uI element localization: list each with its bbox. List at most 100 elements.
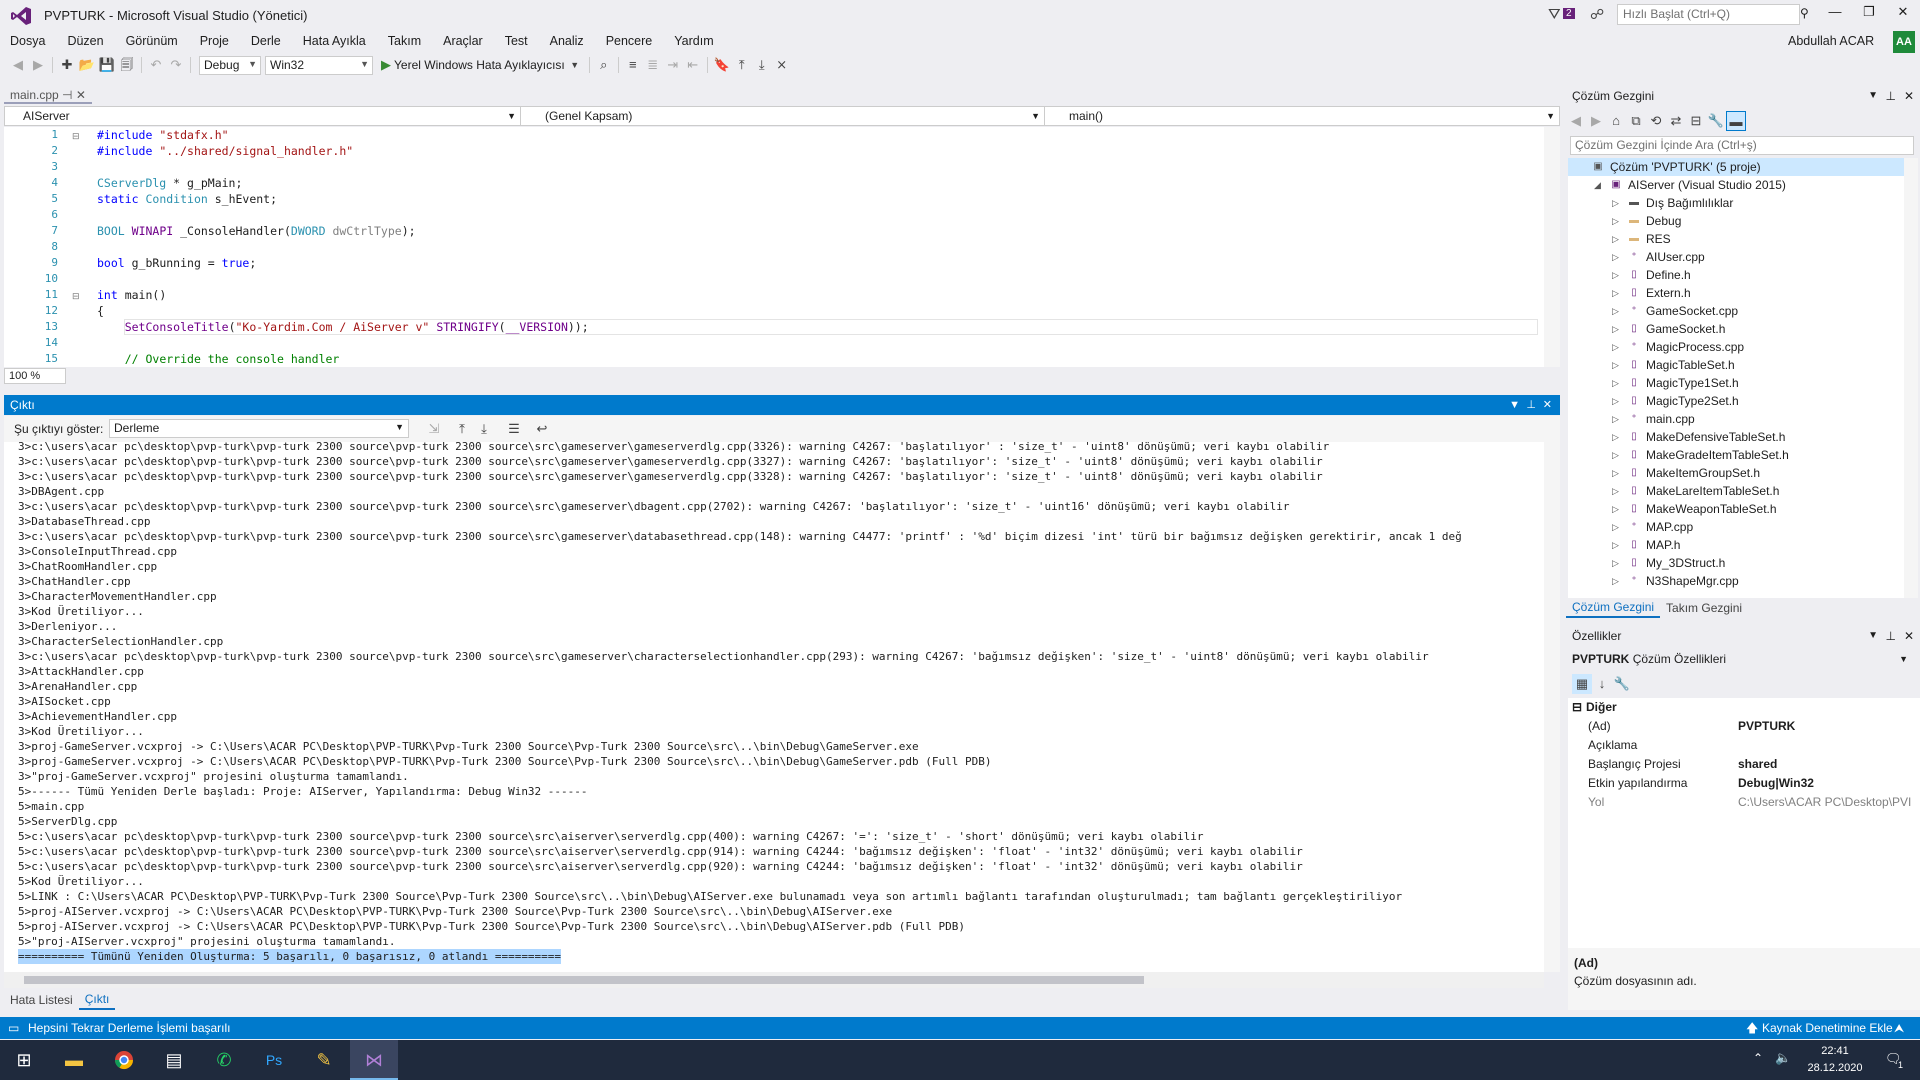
- property-row[interactable]: Yol C:\Users\ACAR PC\Desktop\PVI: [1568, 793, 1920, 812]
- code-content[interactable]: #include "stdafx.h" #include "../shared/…: [97, 127, 1537, 367]
- tree-item[interactable]: ▷ ▯ Define.h: [1568, 266, 1904, 284]
- collapse-all-icon[interactable]: ⊟: [1686, 111, 1706, 131]
- maximize-button[interactable]: ❐: [1854, 4, 1884, 20]
- menu-item[interactable]: Test: [495, 30, 540, 52]
- menu-item[interactable]: Derle: [241, 30, 293, 52]
- arrow-up-icon[interactable]: ⮝: [1894, 1017, 1904, 1039]
- save-icon[interactable]: 💾: [97, 55, 117, 75]
- tree-item[interactable]: ▷ ▯ MAP.h: [1568, 536, 1904, 554]
- solution-search-input[interactable]: Çözüm Gezgini İçinde Ara (Ctrl+ş): [1570, 136, 1914, 155]
- expanded-icon[interactable]: ◢: [1594, 176, 1601, 194]
- expand-icon[interactable]: ▷: [1612, 194, 1619, 212]
- expand-icon[interactable]: ▷: [1612, 554, 1619, 572]
- find-in-files-icon[interactable]: ⌕: [594, 55, 614, 75]
- clear-bookmarks-icon[interactable]: ⨯: [772, 55, 792, 75]
- property-row[interactable]: Başlangıç Projesi shared: [1568, 755, 1920, 774]
- property-value[interactable]: shared: [1738, 755, 1777, 774]
- expand-icon[interactable]: ▷: [1612, 266, 1619, 284]
- whatsapp-icon[interactable]: ✆: [200, 1040, 248, 1080]
- chevron-down-icon[interactable]: ▼: [1868, 86, 1878, 106]
- tree-item[interactable]: ▷ ⁺ GameSocket.cpp: [1568, 302, 1904, 320]
- tree-item[interactable]: ▷ ▯ MagicTableSet.h: [1568, 356, 1904, 374]
- go-to-error-icon[interactable]: ⇲: [424, 419, 444, 439]
- notepad-icon[interactable]: ✎: [300, 1040, 348, 1080]
- platform-select[interactable]: Win32 ▼: [265, 55, 373, 75]
- project-nav-select[interactable]: AIServer ▼: [5, 107, 521, 125]
- editor-scrollbar[interactable]: [1544, 127, 1560, 367]
- property-row[interactable]: Etkin yapılandırma Debug|Win32: [1568, 774, 1920, 793]
- windows-start-icon[interactable]: ⊞: [0, 1040, 48, 1080]
- tree-item[interactable]: ▷ ▯ My_3DStruct.h: [1568, 554, 1904, 572]
- back-icon[interactable]: ◀: [8, 55, 28, 75]
- expand-icon[interactable]: ▷: [1612, 536, 1619, 554]
- visual-studio-taskbar-icon[interactable]: ⋈: [350, 1040, 398, 1080]
- property-category[interactable]: ⊟ Diğer: [1568, 698, 1920, 717]
- close-icon[interactable]: ✕: [1904, 626, 1914, 646]
- pin-icon[interactable]: ⊥: [1526, 395, 1536, 415]
- expand-icon[interactable]: ▷: [1612, 428, 1619, 446]
- tab-error-list[interactable]: Hata Listesi: [4, 991, 79, 1009]
- chrome-icon[interactable]: [100, 1040, 148, 1080]
- notification-count-badge[interactable]: 2: [1563, 8, 1575, 19]
- taskbar-clock[interactable]: 22:41 28.12.2020: [1800, 1043, 1870, 1077]
- tree-item[interactable]: ▷ ▯ MakeGradeItemTableSet.h: [1568, 446, 1904, 464]
- uncomment-icon[interactable]: ≣: [643, 55, 663, 75]
- close-button[interactable]: ✕: [1888, 4, 1918, 20]
- comment-icon[interactable]: ≡: [623, 55, 643, 75]
- expand-icon[interactable]: ▷: [1612, 356, 1619, 374]
- tab-solution-explorer[interactable]: Çözüm Gezgini: [1566, 598, 1661, 618]
- alphabetical-icon[interactable]: ↓: [1592, 674, 1612, 694]
- tree-item[interactable]: ▷ ⁺ MagicProcess.cpp: [1568, 338, 1904, 356]
- categorized-icon[interactable]: ▦: [1572, 674, 1592, 694]
- expand-icon[interactable]: ▷: [1612, 302, 1619, 320]
- menu-item[interactable]: Araçlar: [433, 30, 495, 52]
- user-avatar[interactable]: AA: [1893, 31, 1915, 53]
- expand-icon[interactable]: ▷: [1612, 572, 1619, 590]
- bookmark-icon[interactable]: 🔖: [712, 55, 732, 75]
- notification-flag-icon[interactable]: ⛛: [1548, 6, 1561, 23]
- expand-icon[interactable]: ▷: [1612, 446, 1619, 464]
- quick-launch-input[interactable]: Hızlı Başlat (Ctrl+Q): [1617, 4, 1800, 25]
- output-source-select[interactable]: Derleme ▼: [109, 419, 409, 438]
- indent-icon[interactable]: ⇥: [663, 55, 683, 75]
- expand-icon[interactable]: ▷: [1612, 410, 1619, 428]
- chevron-up-icon[interactable]: ⌃: [1753, 1051, 1763, 1065]
- tree-item[interactable]: ▷ ▯ MagicType1Set.h: [1568, 374, 1904, 392]
- user-name[interactable]: Abdullah ACAR: [1788, 34, 1874, 48]
- property-value[interactable]: C:\Users\ACAR PC\Desktop\PVI: [1738, 793, 1911, 812]
- expand-icon[interactable]: ▷: [1612, 284, 1619, 302]
- feedback-icon[interactable]: ☍: [1590, 6, 1604, 23]
- expand-icon[interactable]: ▷: [1612, 230, 1619, 248]
- tree-item[interactable]: ▷ ▯ MakeDefensiveTableSet.h: [1568, 428, 1904, 446]
- tree-item[interactable]: ▷ ⁺ main.cpp: [1568, 410, 1904, 428]
- zoom-select[interactable]: 100 %: [4, 368, 66, 384]
- chevron-down-icon[interactable]: ▼: [1509, 395, 1520, 415]
- tree-item[interactable]: ▷ ▬ Debug: [1568, 212, 1904, 230]
- chevron-down-icon[interactable]: ▼: [1868, 626, 1878, 646]
- properties-icon[interactable]: 🔧: [1706, 111, 1726, 131]
- clear-all-icon[interactable]: ☰: [504, 419, 524, 439]
- expand-icon[interactable]: ▷: [1612, 320, 1619, 338]
- property-value[interactable]: PVPTURK: [1738, 717, 1795, 736]
- new-project-icon[interactable]: ✚: [57, 55, 77, 75]
- pending-changes-icon[interactable]: ⟲: [1646, 111, 1666, 131]
- build-summary-line[interactable]: ========== Tümünü Yeniden Oluşturma: 5 b…: [18, 949, 562, 964]
- volume-icon[interactable]: 🔈: [1775, 1050, 1791, 1066]
- expand-icon[interactable]: ▷: [1612, 518, 1619, 536]
- file-explorer-icon[interactable]: ▬: [50, 1040, 98, 1080]
- switch-views-icon[interactable]: ⧉: [1626, 111, 1646, 131]
- menu-item[interactable]: Proje: [190, 30, 241, 52]
- tree-item[interactable]: ▷ ▯ GameSocket.h: [1568, 320, 1904, 338]
- tree-item[interactable]: ▷ ⁺ AIUser.cpp: [1568, 248, 1904, 266]
- expand-icon[interactable]: ▷: [1612, 212, 1619, 230]
- tree-item[interactable]: ▷ ⁺ MAP.cpp: [1568, 518, 1904, 536]
- tree-item[interactable]: ▷ ▬ Dış Bağımlılıklar: [1568, 194, 1904, 212]
- close-tab-icon[interactable]: ✕: [76, 88, 86, 102]
- forward-icon[interactable]: ▶: [28, 55, 48, 75]
- app-icon[interactable]: ▤: [150, 1040, 198, 1080]
- sync-icon[interactable]: ⇄: [1666, 111, 1686, 131]
- tab-team-explorer[interactable]: Takım Gezgini: [1660, 599, 1748, 617]
- member-nav-select[interactable]: main() ▼: [1051, 107, 1559, 125]
- expand-icon[interactable]: ▷: [1612, 392, 1619, 410]
- save-all-icon[interactable]: 🗐: [117, 55, 137, 75]
